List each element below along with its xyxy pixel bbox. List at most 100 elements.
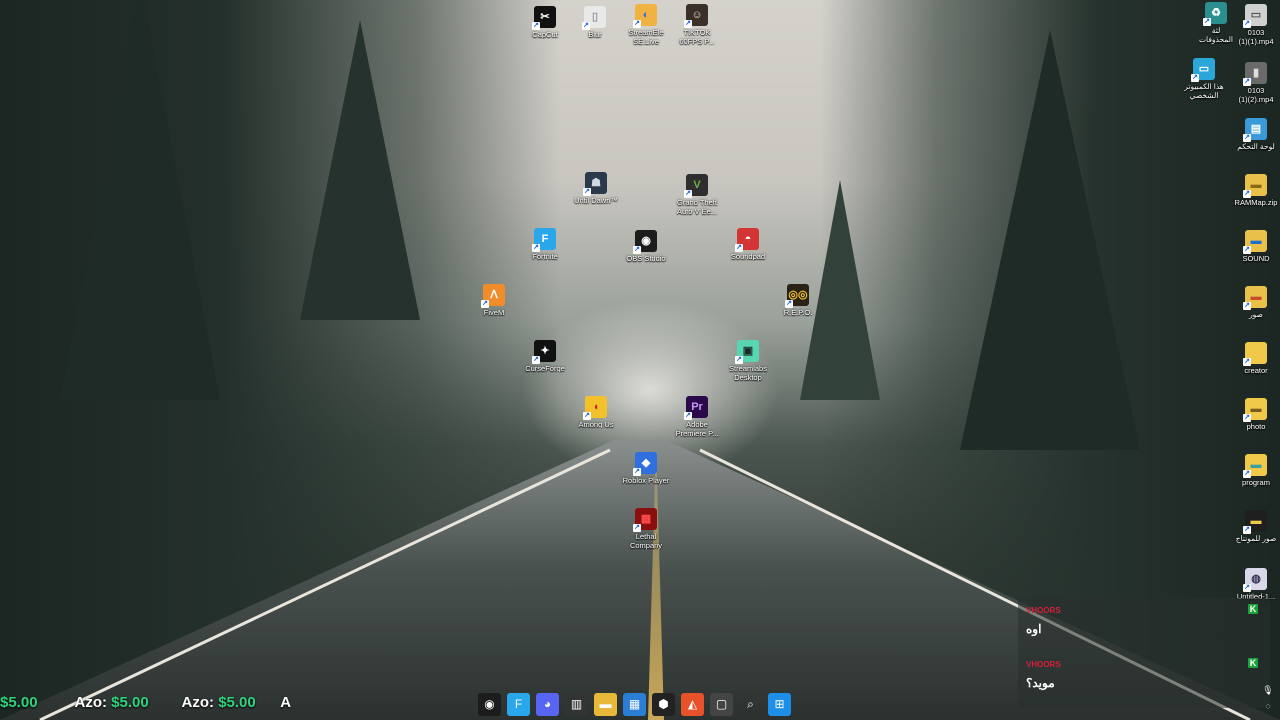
app-icon: ᐱ ↗ <box>481 284 505 308</box>
desktop-icon-6[interactable]: F ↗ Fortnite <box>515 228 575 261</box>
ticker-amount: $5.00 <box>0 694 38 711</box>
app-icon: ▭ ↗ <box>1243 4 1267 28</box>
app-icon: ◐ ↗ <box>633 4 657 28</box>
voicemod-icon[interactable]: ▥ <box>565 692 588 716</box>
desktop-icon-label: Streamlabs Desktop <box>729 364 767 382</box>
desktop-right-icon-7[interactable]: ▬ ↗ صور <box>1226 286 1280 319</box>
fortnite-icon[interactable]: F <box>507 692 530 716</box>
desktop-icon-label: Until Dawn™ <box>574 196 618 205</box>
shortcut-arrow-icon: ↗ <box>1243 302 1251 310</box>
shortcut-arrow-icon: ↗ <box>1203 18 1211 26</box>
app-icon: ▬ ↗ <box>1243 454 1267 478</box>
shortcut-arrow-icon: ↗ <box>481 300 489 308</box>
shortcut-arrow-icon: ↗ <box>1243 470 1251 478</box>
app-icon: ◖ ↗ <box>583 396 607 420</box>
desktop-icon-label: Adobe Premiere P... <box>675 420 719 438</box>
desktop-icon-12[interactable]: ▣ ↗ Streamlabs Desktop <box>718 340 778 382</box>
desktop-icon-3[interactable]: ☺ ↗ TIKTOK 60FPS P... <box>667 4 727 46</box>
desktop-right-icon-3[interactable]: ▮ ↗ 0103 (1)(2).mp4 <box>1226 62 1280 104</box>
app-icon: ▤ ↗ <box>1243 118 1267 142</box>
app-icon: ☺ ↗ <box>684 4 708 28</box>
chat-text: مويد؟ <box>1026 676 1055 690</box>
shortcut-arrow-icon: ↗ <box>1243 78 1251 86</box>
desktop-icon-label: OBS Studio <box>626 254 666 263</box>
file-explorer-icon[interactable]: ▬ <box>594 692 617 716</box>
obs-icon[interactable]: ◉ <box>478 692 501 716</box>
desktop-right-icon-4[interactable]: ▤ ↗ لوحة التحكم <box>1226 118 1280 151</box>
unity-icon[interactable]: ⬢ <box>652 692 675 716</box>
discord-icon[interactable]: ◕ <box>536 692 559 716</box>
desktop-icon-label: صور <box>1249 310 1263 319</box>
network-icon[interactable]: ◌ <box>1262 698 1274 714</box>
desktop-icon-15[interactable]: ◆ ↗ Roblox Player <box>616 452 676 485</box>
donation-ticker: $5.00 Azo: $5.00 Azo: $5.00 A <box>0 694 291 714</box>
app-icon: ▯ ↗ <box>582 6 606 30</box>
window-icon[interactable]: ▢ <box>710 692 733 716</box>
app-icon: ◎◎ ↗ <box>785 284 809 308</box>
chat-username: VHOORS <box>1026 606 1061 615</box>
app-icon: ▮ ↗ <box>1243 62 1267 86</box>
chat-text: اوه <box>1026 622 1042 636</box>
desktop-icon-label: RAMMap.zip <box>1234 198 1278 207</box>
desktop-icon-label: لوحة التحكم <box>1237 142 1275 151</box>
desktop-right-icon-8[interactable]: ▬ ↗ creator <box>1226 342 1280 375</box>
desktop-right-icon-9[interactable]: ▬ ↗ photo <box>1226 398 1280 431</box>
microphone-icon[interactable]: 🎙 <box>1262 682 1274 698</box>
ticker-name: Azo: <box>74 694 108 711</box>
windows-start-icon[interactable]: ⊞ <box>768 692 791 716</box>
desktop-icon-16[interactable]: ▦ ↗ Lethal Company <box>616 508 676 550</box>
desktop-icon-11[interactable]: ✦ ↗ CurseForge <box>515 340 575 373</box>
shortcut-arrow-icon: ↗ <box>1243 414 1251 422</box>
app-icon: ✂ ↗ <box>532 6 556 30</box>
desktop-right-icon-6[interactable]: ▬ ↗ SOUND <box>1226 230 1280 263</box>
app-icon: ▬ ↗ <box>1243 398 1267 422</box>
desktop-icon-9[interactable]: ᐱ ↗ FiveM <box>464 284 524 317</box>
app-icon: ▭ ↗ <box>1191 58 1215 82</box>
app-icon: ◍ ↗ <box>1243 568 1267 592</box>
desktop-icon-label: creator <box>1244 366 1268 375</box>
shortcut-arrow-icon: ↗ <box>1243 246 1251 254</box>
app-icon: Pr ↗ <box>684 396 708 420</box>
shortcut-arrow-icon: ↗ <box>735 356 743 364</box>
shortcut-arrow-icon: ↗ <box>1243 134 1251 142</box>
desktop-icon-13[interactable]: ◖ ↗ Among Us <box>566 396 626 429</box>
ticker-name: Azo: <box>181 694 215 711</box>
desktop-icon-4[interactable]: ☗ ↗ Until Dawn™ <box>566 172 626 205</box>
shortcut-arrow-icon: ↗ <box>1243 358 1251 366</box>
desktop-right-icon-2[interactable]: ▭ ↗ هذا الكمبيوتر الشخصي <box>1174 58 1234 100</box>
desktop-icon-8[interactable]: ◓ ↗ Soundpad <box>718 228 778 261</box>
app-icon: ▬ ↗ <box>1243 510 1267 534</box>
desktop-icon-10[interactable]: ◎◎ ↗ R.E.P.O. <box>768 284 828 317</box>
shortcut-arrow-icon: ↗ <box>1243 584 1251 592</box>
app-icon: V ↗ <box>684 174 708 198</box>
chat-message: VHOORS مويد؟ K <box>1018 652 1270 706</box>
shortcut-arrow-icon: ↗ <box>1191 74 1199 82</box>
desktop-right-icon-5[interactable]: ▬ ↗ RAMMap.zip <box>1226 174 1280 207</box>
microsoft-store-icon[interactable]: ▦ <box>623 692 646 716</box>
desktop-icon-5[interactable]: V ↗ Grand Theft Auto V Ee... <box>667 174 727 216</box>
desktop-icon-label: Lethal Company <box>629 532 663 550</box>
desktop-icon-label: صور للمونتاج <box>1235 534 1277 543</box>
desktop-right-icon-11[interactable]: ▬ ↗ صور للمونتاج <box>1226 510 1280 543</box>
brave-icon[interactable]: ◭ <box>681 692 704 716</box>
shortcut-arrow-icon: ↗ <box>735 244 743 252</box>
desktop-right-icon-12[interactable]: ◍ ↗ Untitled-1... <box>1226 568 1280 601</box>
app-icon: ◓ ↗ <box>735 228 759 252</box>
desktop-icon-label: SOUND <box>1242 254 1270 263</box>
search-icon[interactable]: ⌕ <box>739 693 762 716</box>
shortcut-arrow-icon: ↗ <box>684 20 692 28</box>
desktop-icon-7[interactable]: ◉ ↗ OBS Studio <box>616 230 676 263</box>
desktop-icon-label: CurseForge <box>525 364 565 373</box>
desktop-right-icon-10[interactable]: ▬ ↗ program <box>1226 454 1280 487</box>
ticker-amount: $5.00 <box>218 694 256 711</box>
desktop-right-icon-1[interactable]: ▭ ↗ 0103 (1)(1).mp4 <box>1226 4 1280 46</box>
shortcut-arrow-icon: ↗ <box>532 356 540 364</box>
desktop-icon-label: Grand Theft Auto V Ee... <box>676 198 718 216</box>
shortcut-arrow-icon: ↗ <box>633 20 641 28</box>
shortcut-arrow-icon: ↗ <box>1243 20 1251 28</box>
shortcut-arrow-icon: ↗ <box>684 412 692 420</box>
desktop-icon-14[interactable]: Pr ↗ Adobe Premiere P... <box>667 396 727 438</box>
app-icon: ▣ ↗ <box>735 340 759 364</box>
shortcut-arrow-icon: ↗ <box>1243 526 1251 534</box>
desktop-icon-label: R.E.P.O. <box>783 308 813 317</box>
